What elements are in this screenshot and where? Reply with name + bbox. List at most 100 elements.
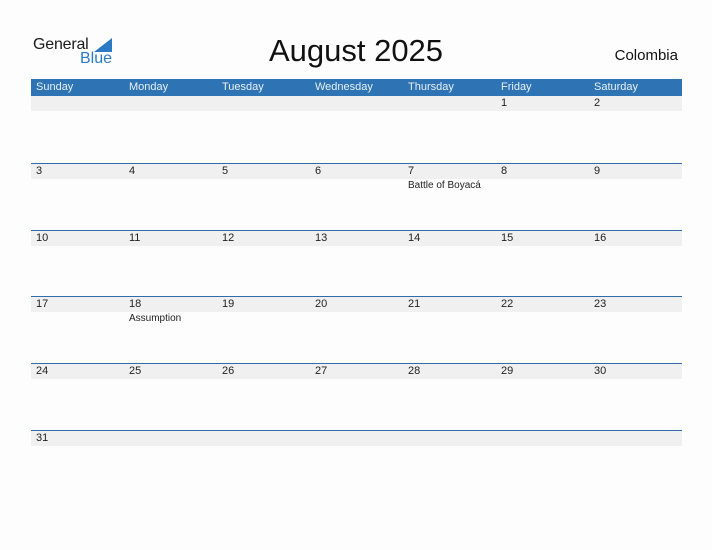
day-number: 15 bbox=[501, 231, 514, 244]
holiday-label: Battle of Boyacá bbox=[408, 179, 481, 191]
day-cell bbox=[31, 96, 124, 112]
day-cell: 13 bbox=[310, 231, 403, 247]
weekday-sunday: Sunday bbox=[36, 81, 74, 93]
day-number: 7 bbox=[408, 164, 415, 177]
day-number: 18 bbox=[129, 298, 142, 311]
day-cell bbox=[403, 431, 496, 447]
week-row: 10 11 12 13 14 15 16 bbox=[31, 229, 682, 297]
day-cell: 23 bbox=[589, 297, 682, 324]
day-cell: 22 bbox=[496, 297, 589, 324]
day-number: 12 bbox=[222, 231, 235, 244]
day-number: 16 bbox=[594, 231, 607, 244]
day-number: 5 bbox=[222, 164, 229, 177]
day-cell bbox=[217, 431, 310, 447]
day-number: 21 bbox=[408, 298, 421, 311]
day-number: 19 bbox=[222, 298, 235, 311]
day-cell: 4 bbox=[124, 164, 217, 191]
weekday-tuesday: Tuesday bbox=[222, 81, 264, 93]
day-number: 30 bbox=[594, 365, 607, 378]
day-number bbox=[129, 431, 217, 446]
week-row: 31 bbox=[31, 429, 682, 497]
day-number: 28 bbox=[408, 365, 421, 378]
day-cell: 17 bbox=[31, 297, 124, 324]
day-cell: 30 bbox=[589, 364, 682, 380]
day-number: 25 bbox=[129, 365, 142, 378]
day-cell bbox=[310, 431, 403, 447]
calendar-grid: Sunday Monday Tuesday Wednesday Thursday… bbox=[31, 79, 682, 497]
holiday-label: Assumption bbox=[129, 313, 182, 325]
day-number: 11 bbox=[129, 231, 141, 244]
day-number: 2 bbox=[594, 97, 601, 109]
day-number bbox=[408, 96, 496, 111]
day-number: 22 bbox=[501, 298, 514, 311]
day-number bbox=[315, 431, 403, 446]
week-row: 24 25 26 27 28 29 30 bbox=[31, 363, 682, 430]
weeks-container: 1 2 3 4 5 6 7 Battle of Boyacá 8 9 10 11 12 13 14 15 16 1… bbox=[31, 96, 682, 497]
day-cell bbox=[124, 431, 217, 447]
week-row: 3 4 5 6 7 Battle of Boyacá 8 9 bbox=[31, 162, 682, 230]
country-label: Colombia bbox=[614, 47, 678, 64]
day-number: 8 bbox=[501, 164, 508, 177]
day-cell: 6 bbox=[310, 164, 403, 191]
day-cell bbox=[124, 96, 217, 112]
day-cell: 29 bbox=[496, 364, 589, 380]
day-cell: 5 bbox=[217, 164, 310, 191]
day-number: 3 bbox=[36, 164, 43, 177]
day-number bbox=[594, 431, 682, 446]
day-cell: 19 bbox=[217, 297, 310, 324]
day-number bbox=[36, 96, 124, 111]
day-cell bbox=[496, 431, 589, 447]
day-number bbox=[222, 96, 310, 111]
day-cell: 1 bbox=[496, 96, 589, 112]
day-cell bbox=[589, 431, 682, 447]
day-number bbox=[129, 96, 217, 111]
day-cell: 21 bbox=[403, 297, 496, 324]
day-cell: 14 bbox=[403, 231, 496, 247]
day-cell bbox=[403, 96, 496, 112]
day-number bbox=[501, 431, 589, 446]
day-number: 13 bbox=[315, 231, 328, 244]
day-number: 4 bbox=[129, 164, 136, 177]
day-cell: 18 Assumption bbox=[124, 297, 217, 324]
weekday-header: Sunday Monday Tuesday Wednesday Thursday… bbox=[31, 79, 682, 96]
day-number: 24 bbox=[36, 365, 49, 378]
day-cell: 28 bbox=[403, 364, 496, 380]
weekday-friday: Friday bbox=[501, 81, 532, 93]
day-number: 27 bbox=[315, 365, 328, 378]
day-cell: 2 bbox=[589, 96, 682, 112]
day-cell: 11 bbox=[124, 231, 217, 247]
day-cell bbox=[217, 96, 310, 112]
day-number: 29 bbox=[501, 365, 514, 378]
day-number: 14 bbox=[408, 231, 421, 244]
day-cell: 7 Battle of Boyacá bbox=[403, 164, 496, 191]
day-number: 6 bbox=[315, 164, 322, 177]
day-number: 10 bbox=[36, 231, 49, 244]
day-number: 31 bbox=[36, 431, 49, 444]
day-cell: 20 bbox=[310, 297, 403, 324]
day-cell: 24 bbox=[31, 364, 124, 380]
day-cell: 9 bbox=[589, 164, 682, 191]
day-cell bbox=[310, 96, 403, 112]
weekday-thursday: Thursday bbox=[408, 81, 454, 93]
weekday-wednesday: Wednesday bbox=[315, 81, 373, 93]
day-number: 9 bbox=[594, 164, 601, 177]
weekday-saturday: Saturday bbox=[594, 81, 639, 93]
day-cell: 16 bbox=[589, 231, 682, 247]
day-cell: 26 bbox=[217, 364, 310, 380]
day-cell: 15 bbox=[496, 231, 589, 247]
day-number bbox=[315, 96, 403, 111]
day-cell: 27 bbox=[310, 364, 403, 380]
day-cell: 31 bbox=[31, 431, 124, 447]
day-cell: 8 bbox=[496, 164, 589, 191]
week-row: 12 bbox=[31, 96, 682, 163]
day-number: 17 bbox=[36, 298, 49, 311]
day-cell: 10 bbox=[31, 231, 124, 247]
day-number: 23 bbox=[594, 298, 607, 311]
day-cell: 3 bbox=[31, 164, 124, 191]
weekday-monday: Monday bbox=[129, 81, 169, 93]
day-number: 26 bbox=[222, 365, 235, 378]
day-cell: 12 bbox=[217, 231, 310, 247]
calendar-title: August 2025 bbox=[268, 33, 444, 68]
day-number bbox=[222, 431, 310, 446]
day-number: 1 bbox=[501, 97, 508, 109]
